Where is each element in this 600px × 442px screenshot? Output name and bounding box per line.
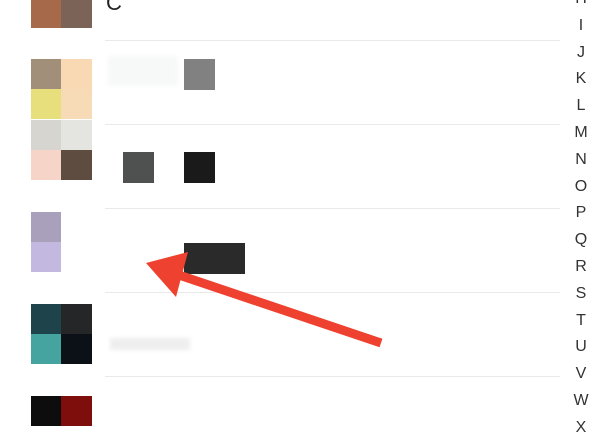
index-letter-x[interactable]: X bbox=[566, 415, 596, 442]
avatar bbox=[31, 59, 92, 119]
list-item[interactable] bbox=[0, 376, 560, 427]
index-letter-n[interactable]: N bbox=[566, 147, 596, 174]
index-letter-v[interactable]: V bbox=[566, 361, 596, 388]
blurred-name bbox=[110, 338, 190, 350]
index-letter-j[interactable]: J bbox=[566, 40, 596, 67]
avatar bbox=[31, 120, 92, 180]
index-letter-m[interactable]: M bbox=[566, 120, 596, 147]
index-letter-q[interactable]: Q bbox=[566, 227, 596, 254]
index-letter-w[interactable]: W bbox=[566, 388, 596, 415]
avatar bbox=[31, 396, 92, 426]
avatar bbox=[31, 212, 92, 272]
list-item[interactable] bbox=[0, 40, 560, 124]
list-item[interactable] bbox=[0, 292, 560, 376]
index-letter-u[interactable]: U bbox=[566, 334, 596, 361]
index-letter-r[interactable]: R bbox=[566, 254, 596, 281]
index-letter-t[interactable]: T bbox=[566, 308, 596, 335]
index-letter-h[interactable]: H bbox=[566, 0, 596, 13]
index-letter-p[interactable]: P bbox=[566, 200, 596, 227]
index-letter-l[interactable]: L bbox=[566, 93, 596, 120]
thumbnail bbox=[184, 59, 215, 90]
avatar bbox=[31, 304, 92, 364]
list-item[interactable]: C bbox=[0, 0, 560, 40]
avatar bbox=[31, 0, 92, 28]
list-item[interactable] bbox=[0, 208, 560, 292]
blurred-name bbox=[108, 56, 178, 86]
thumbnail bbox=[123, 152, 154, 183]
contact-name: C bbox=[106, 0, 122, 15]
index-letter-k[interactable]: K bbox=[566, 66, 596, 93]
index-letter-s[interactable]: S bbox=[566, 281, 596, 308]
index-letter-i[interactable]: I bbox=[566, 13, 596, 40]
thumbnail bbox=[184, 152, 215, 183]
list-item[interactable] bbox=[0, 120, 560, 208]
thumbnail bbox=[184, 243, 245, 274]
contact-list: C bbox=[0, 0, 560, 427]
alphabet-index-bar[interactable]: HIJKLMNOPQRSTUVWX bbox=[566, 0, 596, 442]
index-letter-o[interactable]: O bbox=[566, 174, 596, 201]
